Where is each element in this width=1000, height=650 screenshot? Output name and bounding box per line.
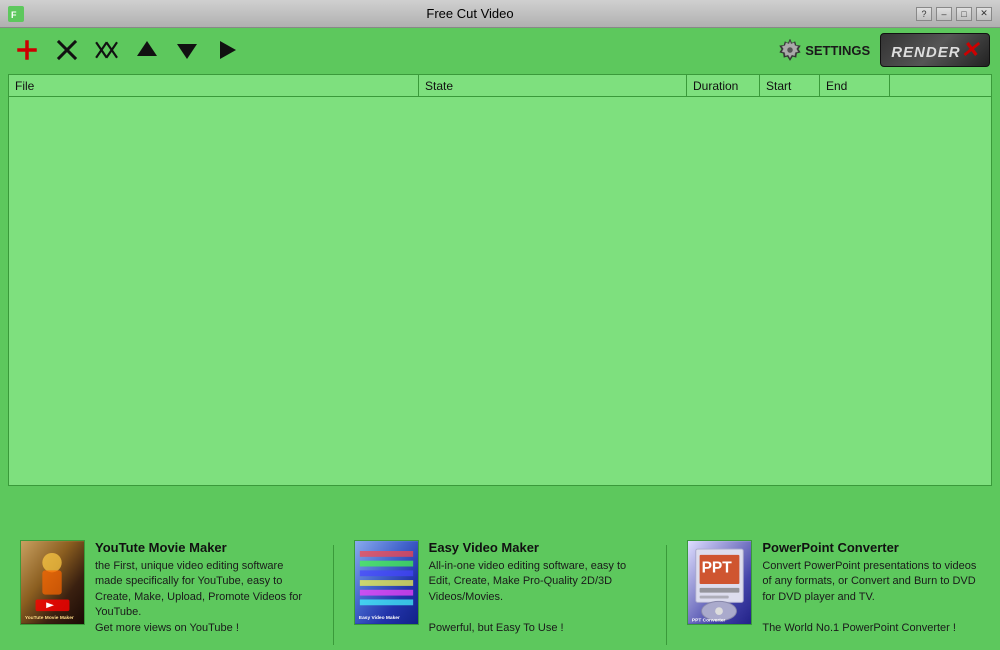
promo-evm-desc: All-in-one video editing software, easy … <box>429 559 647 636</box>
promo-divider-1 <box>333 545 334 645</box>
restore-button[interactable]: □ <box>956 7 972 21</box>
add-file-button[interactable] <box>10 33 44 67</box>
remove-file-button[interactable] <box>50 33 84 67</box>
toolbar-right: SETTINGS RENDER✕ <box>779 33 990 67</box>
close-button[interactable]: ✕ <box>976 7 992 21</box>
toolbar: SETTINGS RENDER✕ <box>0 28 1000 72</box>
promo-youtube: YouTute Movie Maker YouTute Movie Maker … <box>20 540 313 636</box>
promo-evm-image[interactable]: Easy Video Maker <box>354 540 419 625</box>
col-header-state: State <box>419 75 687 96</box>
render-button[interactable]: RENDER✕ <box>880 33 990 67</box>
promo-ppt-image[interactable]: PPT PPT Converter <box>687 540 752 625</box>
promo-ppt-text: PowerPoint Converter Convert PowerPoint … <box>762 540 980 636</box>
promo-youtube-image[interactable]: YouTute Movie Maker <box>20 540 85 625</box>
promo-youtube-text: YouTute Movie Maker the First, unique vi… <box>95 540 313 636</box>
play-button[interactable] <box>210 33 244 67</box>
promo-section: YouTute Movie Maker YouTute Movie Maker … <box>0 530 1000 650</box>
table-body <box>9 97 991 485</box>
promo-evm-text: Easy Video Maker All-in-one video editin… <box>429 540 647 636</box>
promo-ppt-desc: Convert PowerPoint presentations to vide… <box>762 559 980 636</box>
promo-evm: Easy Video Maker Easy Video Maker All-in… <box>354 540 647 636</box>
render-label: RENDER✕ <box>891 37 979 63</box>
promo-divider-2 <box>666 545 667 645</box>
svg-text:PPT: PPT <box>702 559 733 576</box>
promo-youtube-desc: the First, unique video editing software… <box>95 559 313 636</box>
window-controls: ? – □ ✕ <box>916 7 992 21</box>
promo-evm-title: Easy Video Maker <box>429 540 647 555</box>
svg-text:Easy Video Maker: Easy Video Maker <box>359 615 400 621</box>
table-header: File State Duration Start End <box>9 75 991 97</box>
col-header-start: Start <box>760 75 820 96</box>
col-header-file: File <box>9 75 419 96</box>
move-down-button[interactable] <box>170 33 204 67</box>
app-icon: F <box>8 6 24 22</box>
window-title: Free Cut Video <box>426 6 513 21</box>
help-button[interactable]: ? <box>916 7 932 21</box>
titlebar: F Free Cut Video ? – □ ✕ <box>0 0 1000 28</box>
promo-ppt-title: PowerPoint Converter <box>762 540 980 555</box>
settings-button[interactable]: SETTINGS <box>779 39 870 61</box>
move-up-button[interactable] <box>130 33 164 67</box>
svg-text:F: F <box>11 10 17 20</box>
file-table: File State Duration Start End <box>8 74 992 486</box>
col-header-end: End <box>820 75 890 96</box>
svg-text:PPT Converter: PPT Converter <box>692 618 726 624</box>
promo-ppt: PPT PPT Converter PowerPoint Converter C… <box>687 540 980 636</box>
promo-youtube-title: YouTute Movie Maker <box>95 540 313 555</box>
remove-all-button[interactable] <box>90 33 124 67</box>
settings-label: SETTINGS <box>805 43 870 58</box>
minimize-button[interactable]: – <box>936 7 952 21</box>
col-header-duration: Duration <box>687 75 760 96</box>
svg-text:YouTute Movie Maker: YouTute Movie Maker <box>25 615 74 621</box>
